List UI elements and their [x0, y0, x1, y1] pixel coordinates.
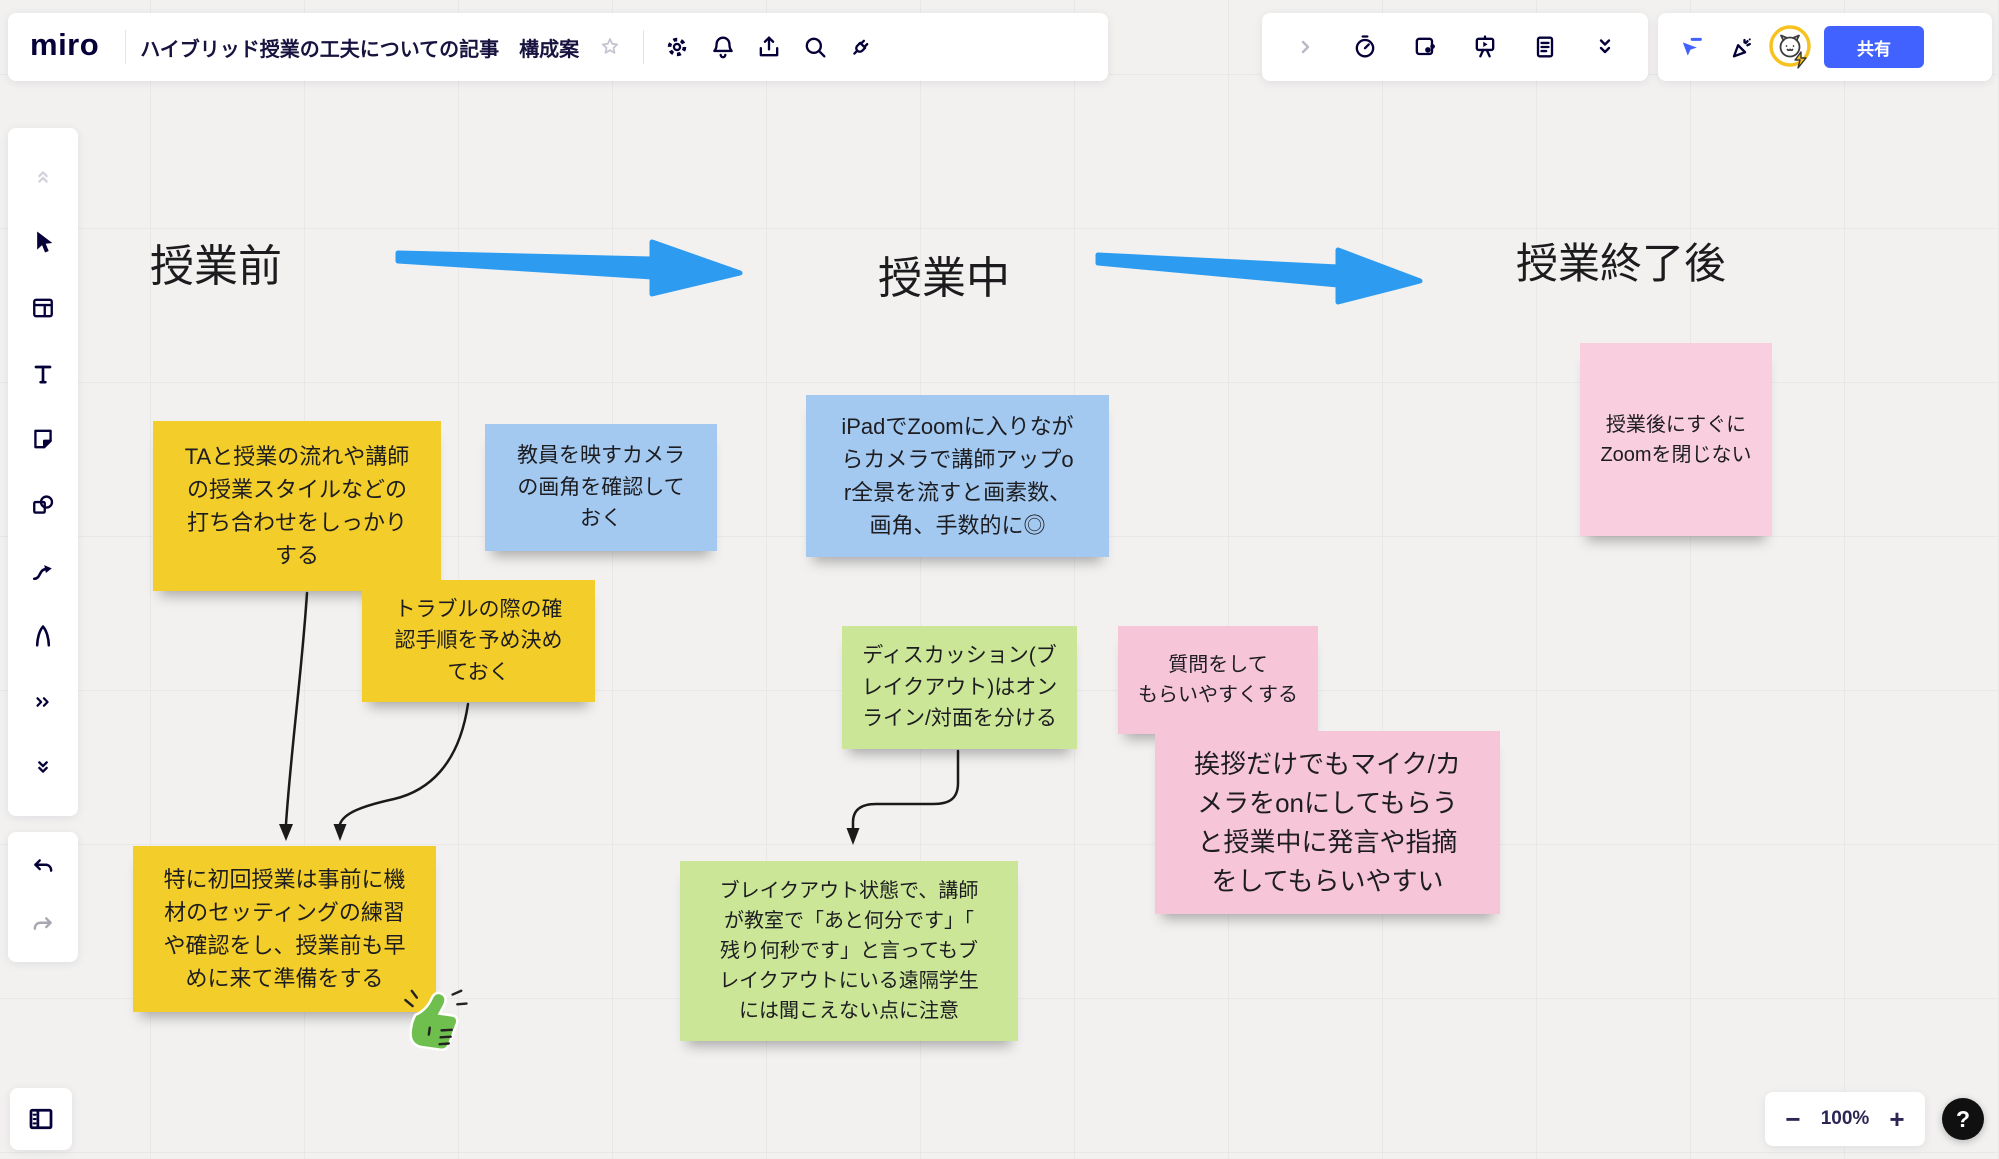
history-toolbar: [8, 832, 78, 962]
text-tool-icon[interactable]: [20, 351, 66, 397]
sticky-note-keep-zoom-open[interactable]: 授業後にすぐに Zoomを閉じない: [1580, 343, 1772, 536]
presence-toolbar: 共有: [1658, 13, 1992, 81]
export-upload-icon[interactable]: [746, 24, 792, 70]
divider: [643, 30, 644, 64]
share-button[interactable]: 共有: [1824, 26, 1924, 68]
redo-icon[interactable]: [20, 903, 66, 949]
undo-icon[interactable]: [20, 845, 66, 891]
flow-arrow-during-to-after[interactable]: [1098, 250, 1420, 302]
apps-plug-icon[interactable]: [838, 24, 884, 70]
board-title[interactable]: ハイブリッド授業の工夫についての記事 構成案: [136, 33, 585, 62]
help-button[interactable]: ?: [1942, 1098, 1984, 1140]
zoom-in-button[interactable]: +: [1879, 1096, 1915, 1142]
settings-gear-icon[interactable]: [654, 24, 700, 70]
creation-toolbar: [8, 128, 78, 816]
hide-toolbar-chevrons-icon[interactable]: [1582, 24, 1628, 70]
zoom-out-button[interactable]: −: [1775, 1096, 1811, 1142]
top-toolbar: miro ハイブリッド授業の工夫についての記事 構成案: [8, 13, 1108, 81]
sticky-note-first-class-setup[interactable]: 特に初回授業は事前に機 材のセッティングの練習 や確認をし、授業前も早 めに来て…: [133, 846, 436, 1012]
shapes-tool-icon[interactable]: [20, 482, 66, 528]
select-cursor-icon[interactable]: [20, 219, 66, 265]
follow-cursor-icon[interactable]: [1668, 24, 1714, 70]
user-avatar[interactable]: [1768, 24, 1814, 70]
divider: [125, 30, 126, 64]
sticky-note-trouble-steps[interactable]: トラブルの際の確 認手順を予め決め ておく: [362, 580, 595, 702]
sticky-note-breakout-warning[interactable]: ブレイクアウト状態で、講師 が教室で「あと何分です」「 残り何秒です」と言っても…: [680, 861, 1018, 1041]
expand-chevron-icon[interactable]: [1282, 24, 1328, 70]
sticky-note-tool-icon[interactable]: [20, 416, 66, 462]
notifications-bell-icon[interactable]: [700, 24, 746, 70]
miro-board-canvas: 授業前 授業中 授業終了後 TAと授業の流れや講師 の授業スタイルなどの 打ち合…: [0, 0, 1999, 1159]
sticky-note-camera-angle[interactable]: 教員を映すカメラ の画角を確認して おく: [485, 424, 717, 551]
section-header-during-class[interactable]: 授業中: [878, 242, 1010, 306]
frame-dot-icon[interactable]: [1402, 24, 1448, 70]
favorite-star-icon[interactable]: [587, 24, 633, 70]
zoom-level[interactable]: 100%: [1821, 1108, 1870, 1130]
connector-ta-to-setup[interactable]: [279, 593, 307, 841]
sticky-note-ipad-zoom[interactable]: iPadでZoomに入りなが らカメラで講師アップo r全景を流すと画素数、 画…: [806, 395, 1109, 557]
sticky-note-easy-questions[interactable]: 質問をして もらいやすくする: [1118, 626, 1318, 734]
sticky-note-ta-meeting[interactable]: TAと授業の流れや講師 の授業スタイルなどの 打ち合わせをしっかり する: [153, 421, 441, 591]
connector-trouble-to-setup[interactable]: [334, 704, 469, 841]
flow-arrow-before-to-during[interactable]: [398, 242, 740, 294]
sticky-note-discussion-split[interactable]: ディスカッション(ブ レイクアウト)はオン ライン/対面を分ける: [842, 626, 1077, 749]
timer-icon[interactable]: [1342, 24, 1388, 70]
zoom-controls: − 100% +: [1765, 1092, 1925, 1146]
search-icon[interactable]: [792, 24, 838, 70]
collaboration-toolbar: [1262, 13, 1648, 81]
connector-discussion-to-breakout[interactable]: [847, 751, 959, 845]
notes-document-icon[interactable]: [1522, 24, 1568, 70]
sticky-note-mic-camera-on[interactable]: 挨拶だけでもマイク/カ メラをonにしてもらう と授業中に発言や指摘 をしてもら…: [1155, 731, 1500, 914]
pen-tool-icon[interactable]: [20, 613, 66, 659]
more-tools-chevrons-icon[interactable]: [20, 679, 66, 725]
collapse-up-chevrons-icon[interactable]: [20, 154, 66, 200]
connection-line-tool-icon[interactable]: [20, 547, 66, 593]
presentation-icon[interactable]: [1462, 24, 1508, 70]
miro-logo[interactable]: miro: [18, 27, 115, 67]
collapse-down-chevrons-icon[interactable]: [20, 744, 66, 790]
reactions-party-popper-icon[interactable]: [1718, 24, 1764, 70]
frames-panel-button[interactable]: [10, 1088, 72, 1150]
section-header-before-class[interactable]: 授業前: [150, 230, 282, 294]
section-header-after-class[interactable]: 授業終了後: [1516, 230, 1726, 291]
templates-frame-icon[interactable]: [20, 285, 66, 331]
